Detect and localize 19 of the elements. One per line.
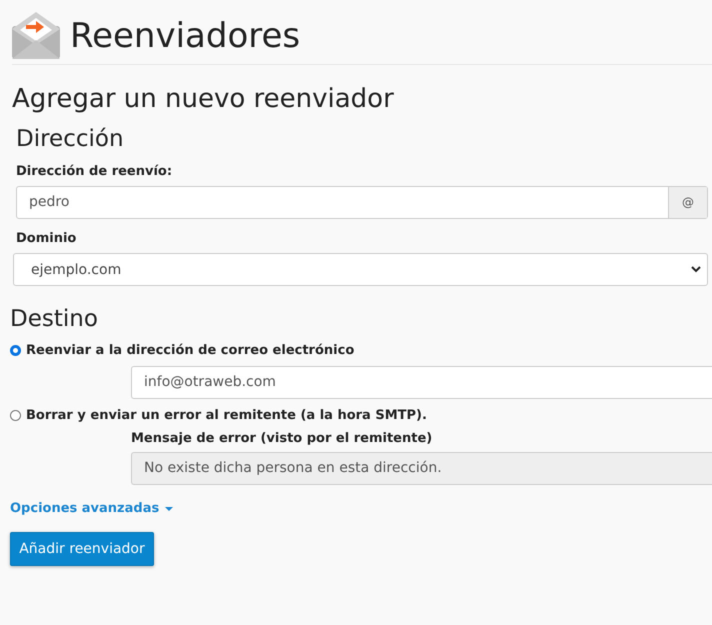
- submit-button[interactable]: Añadir reenviador: [10, 532, 154, 566]
- page-title: Reenviadores: [70, 16, 300, 56]
- section-heading: Destino: [10, 306, 99, 332]
- advanced-options-link[interactable]: Opciones avanzadas: [10, 501, 174, 516]
- radio-label: Borrar y enviar un error al remitente (a la hora SMTP).: [26, 408, 427, 422]
- at-addon: @: [668, 187, 707, 218]
- field-label: Dirección de reenvío:: [16, 164, 174, 179]
- section-heading: Dirección: [16, 126, 125, 152]
- field-label: Dominio: [16, 231, 78, 246]
- domain-select[interactable]: ejemplo.com: [13, 253, 708, 286]
- radio-button[interactable]: [10, 344, 21, 356]
- input-field[interactable]: info@otraweb.com: [131, 366, 712, 399]
- radio-label: Reenviar a la dirección de correo electrónico: [26, 342, 354, 358]
- field-label: Mensaje de error (visto por el remitente): [131, 431, 434, 446]
- chevron-icon: [691, 266, 701, 273]
- caret-icon: [165, 506, 174, 510]
- envelope-icon: [12, 12, 60, 59]
- address-field[interactable]: pedro @: [16, 186, 708, 219]
- form-title: Agregar un nuevo reenviador: [12, 84, 395, 114]
